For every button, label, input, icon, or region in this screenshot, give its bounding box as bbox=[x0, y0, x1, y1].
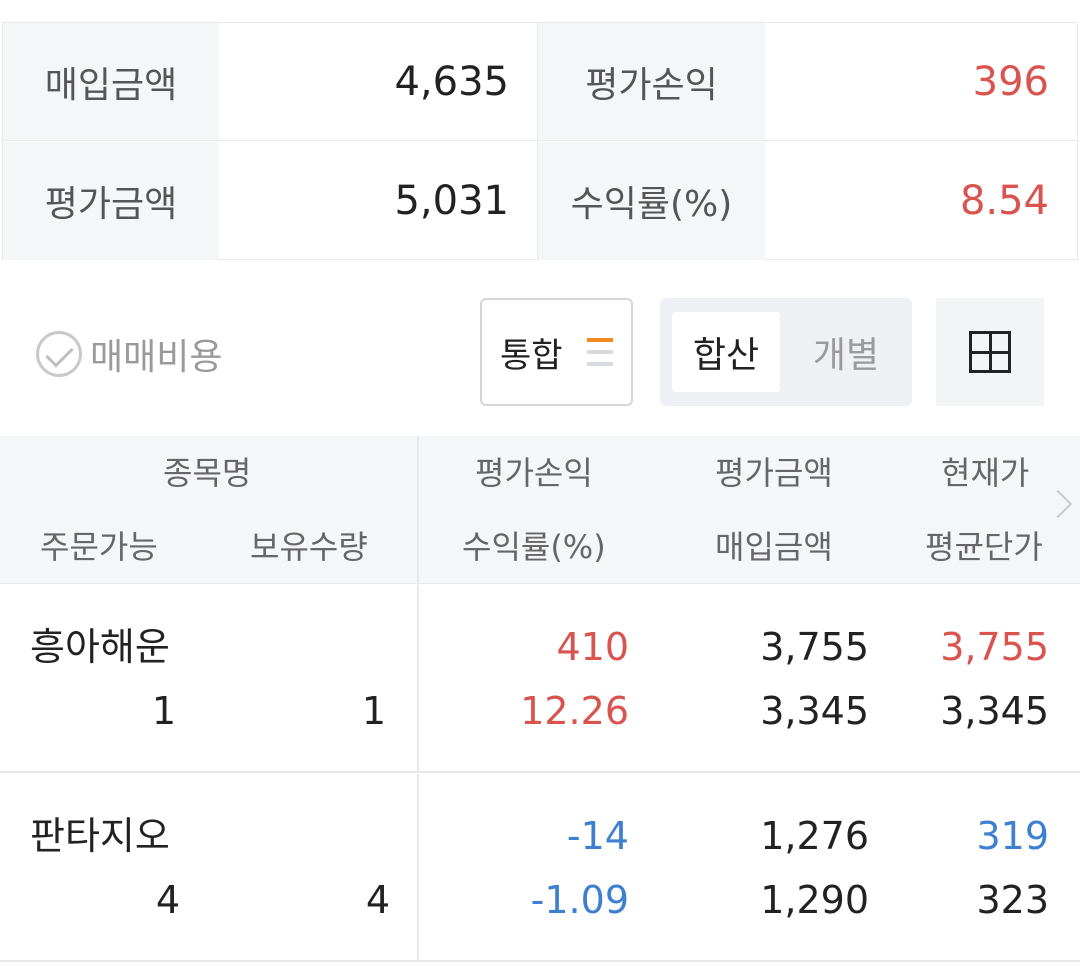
trading-fee-toggle[interactable]: 매매비용 bbox=[36, 331, 222, 378]
checkmark-icon bbox=[36, 331, 82, 377]
avg-price: 3,345 bbox=[940, 689, 1049, 733]
return-rate: -1.09 bbox=[530, 878, 629, 922]
header-eval-pl: 평가손익 bbox=[475, 454, 593, 492]
menu-lines-icon bbox=[587, 338, 613, 366]
return-rate-value: 8.54 bbox=[959, 178, 1049, 224]
eval-pl-value: 396 bbox=[972, 58, 1049, 105]
segment-sum[interactable]: 합산 bbox=[672, 312, 780, 392]
eval-amount-label: 평가금액 bbox=[3, 142, 219, 260]
stock-name: 판타지오 bbox=[30, 814, 170, 858]
summary-panel: 매입금액 4,635 평가손익 396 평가금액 5,031 수익률(%) 8.… bbox=[2, 22, 1078, 260]
account-combo-button[interactable]: 통합 bbox=[480, 298, 633, 406]
orderable-qty: 4 bbox=[155, 878, 180, 922]
purchase-amount-value: 4,635 bbox=[219, 23, 538, 140]
orderable-qty: 1 bbox=[151, 689, 176, 733]
current-price: 3,755 bbox=[940, 625, 1049, 669]
holding-qty: 4 bbox=[365, 878, 390, 922]
stock-name: 흥아해운 bbox=[30, 625, 170, 669]
trading-fee-label: 매매비용 bbox=[90, 337, 223, 378]
header-purchase-amount: 매입금액 bbox=[715, 528, 833, 566]
header-stock-name: 종목명 bbox=[163, 454, 252, 492]
return-rate: 12.26 bbox=[520, 689, 629, 733]
eval-amount: 3,755 bbox=[760, 625, 869, 669]
column-divider bbox=[417, 585, 419, 771]
table-row[interactable]: 흥아해운 1 1 410 12.26 3,755 3,345 3,755 3,3… bbox=[0, 585, 1080, 773]
holdings-table-header: 종목명 주문가능 보유수량 평가손익 수익률(%) 평가금액 매입금액 현재가 … bbox=[0, 436, 1080, 584]
eval-pl: 410 bbox=[556, 625, 629, 669]
summary-row-2: 평가금액 5,031 수익률(%) 8.54 bbox=[3, 142, 1077, 260]
summary-row-1: 매입금액 4,635 평가손익 396 bbox=[3, 23, 1077, 141]
avg-price: 323 bbox=[976, 878, 1049, 922]
purchase-amount-label: 매입금액 bbox=[3, 23, 219, 140]
header-orderable: 주문가능 bbox=[40, 528, 158, 566]
controls-bar: 매매비용 통합 합산 개별 bbox=[0, 296, 1080, 408]
purchase-amount: 3,345 bbox=[760, 689, 869, 733]
segment-individual[interactable]: 개별 bbox=[792, 312, 900, 392]
header-return-rate: 수익률(%) bbox=[462, 528, 606, 566]
eval-amount: 1,276 bbox=[760, 814, 869, 858]
combo-label: 통합 bbox=[500, 335, 563, 376]
eval-pl: -14 bbox=[566, 814, 629, 858]
holding-qty: 1 bbox=[361, 689, 386, 733]
header-holding-qty: 보유수량 bbox=[250, 528, 368, 566]
table-row[interactable]: 판타지오 4 4 -14 -1.09 1,276 1,290 319 323 bbox=[0, 774, 1080, 962]
column-divider bbox=[417, 436, 419, 584]
header-current-price: 현재가 bbox=[941, 454, 1030, 492]
header-eval-amount: 평가금액 bbox=[715, 454, 833, 492]
sum-individual-toggle: 합산 개별 bbox=[660, 298, 912, 406]
eval-pl-label: 평가손익 bbox=[538, 23, 765, 140]
plus-square-icon bbox=[969, 331, 1011, 373]
column-divider bbox=[417, 774, 419, 960]
header-avg-price: 평균단가 bbox=[925, 528, 1043, 566]
current-price: 319 bbox=[976, 814, 1049, 858]
eval-amount-value: 5,031 bbox=[219, 142, 538, 260]
return-rate-label: 수익률(%) bbox=[538, 142, 765, 260]
chevron-right-icon[interactable] bbox=[1043, 489, 1073, 519]
expand-button[interactable] bbox=[936, 298, 1044, 406]
purchase-amount: 1,290 bbox=[760, 878, 869, 922]
